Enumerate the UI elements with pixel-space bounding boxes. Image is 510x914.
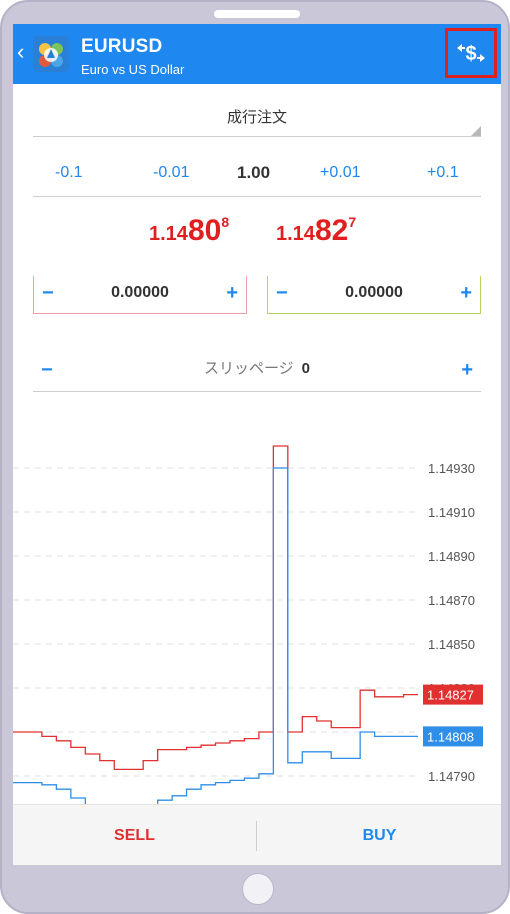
slippage-value[interactable]: 0 — [302, 360, 310, 377]
y-tick-label: 1.14910 — [428, 505, 475, 520]
metatrader-logo-icon — [33, 36, 69, 72]
ask-price-pipette: 7 — [348, 214, 357, 230]
volume-minus-0.1-button[interactable]: -0.1 — [55, 164, 83, 182]
bid-price-prefix: 1.14 — [149, 223, 188, 245]
buy-button[interactable]: BUY — [258, 805, 501, 865]
ask-price: 1.14827 — [276, 214, 356, 248]
symbol-description: Euro vs US Dollar — [81, 62, 185, 77]
bid-price-main: 80 — [187, 214, 222, 247]
stop-loss-minus-button[interactable]: − — [42, 282, 54, 305]
svg-text:$: $ — [465, 43, 476, 65]
chevron-left-icon[interactable]: ‹ — [17, 41, 24, 63]
take-profit-value[interactable]: 0.00000 — [268, 284, 480, 302]
volume-plus-0.1-button[interactable]: +0.1 — [427, 164, 459, 182]
volume-minus-0.01-button[interactable]: -0.01 — [153, 164, 189, 182]
one-click-trading-icon: $ — [457, 43, 485, 65]
order-type-select[interactable]: 成行注文 — [33, 104, 481, 137]
stop-loss-plus-button[interactable]: + — [226, 282, 238, 305]
volume-stepper: -0.1 -0.01 1.00 +0.01 +0.1 — [33, 158, 481, 197]
device-frame: ‹ EURUSD Euro vs US Dollar $ 成行注文 -0.1 -… — [0, 0, 510, 914]
sell-button[interactable]: SELL — [13, 805, 256, 865]
stop-loss-field: 0.00000 − + — [33, 276, 247, 314]
ask-price-main: 82 — [314, 214, 349, 247]
bid-price-pipette: 8 — [221, 214, 230, 230]
slippage-label: スリッページ — [203, 360, 294, 377]
slippage-display: スリッページ 0 — [33, 357, 481, 378]
speaker-slot — [214, 10, 300, 18]
y-tick-label: 1.14870 — [428, 593, 475, 608]
bid-price-tag-label: 1.14808 — [427, 729, 474, 744]
order-type-label: 成行注文 — [226, 109, 287, 126]
symbol-title: EURUSD — [81, 36, 163, 57]
dropdown-corner-icon — [471, 126, 481, 136]
app-header: ‹ EURUSD Euro vs US Dollar $ — [13, 24, 501, 84]
take-profit-plus-button[interactable]: + — [460, 282, 472, 305]
y-tick-label: 1.14790 — [428, 769, 475, 784]
trade-action-bar: SELL BUY — [13, 804, 501, 865]
tick-chart: 1.14930 1.14910 1.14890 1.14870 1.14850 1.148… — [13, 445, 483, 820]
y-tick-label: 1.14850 — [428, 637, 475, 652]
take-profit-minus-button[interactable]: − — [276, 282, 288, 305]
home-button[interactable] — [242, 873, 274, 905]
ask-price-prefix: 1.14 — [276, 223, 315, 245]
slippage-plus-button[interactable]: + — [461, 359, 473, 382]
volume-plus-0.01-button[interactable]: +0.01 — [320, 164, 360, 182]
ask-price-line — [13, 445, 418, 771]
volume-value[interactable]: 1.00 — [237, 163, 270, 183]
y-tick-label: 1.14930 — [428, 461, 475, 476]
take-profit-field: 0.00000 − + — [267, 276, 481, 314]
ask-price-tag-label: 1.14827 — [427, 688, 474, 703]
stop-loss-value[interactable]: 0.00000 — [34, 284, 246, 302]
slippage-stepper: − スリッページ 0 + — [33, 353, 481, 392]
one-click-trading-button[interactable]: $ — [445, 28, 497, 78]
trade-screen: ‹ EURUSD Euro vs US Dollar $ 成行注文 -0.1 -… — [13, 24, 501, 865]
y-tick-label: 1.14890 — [428, 549, 475, 564]
action-divider — [256, 821, 257, 851]
bid-price: 1.14808 — [149, 214, 229, 248]
